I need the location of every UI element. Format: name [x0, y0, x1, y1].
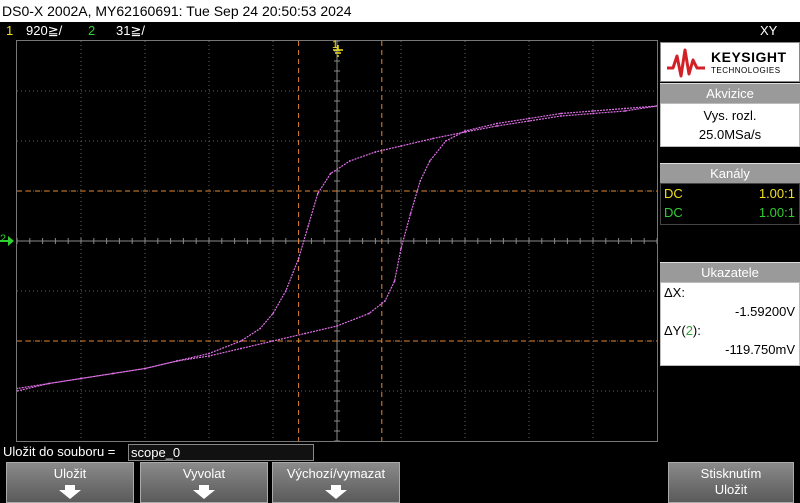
- trace-point: [419, 180, 422, 182]
- dy-label-channel: 2: [685, 323, 693, 338]
- press-line2: Uložit: [714, 482, 748, 497]
- trace-point: [240, 347, 242, 350]
- brand-name: KEYSIGHT: [711, 49, 787, 65]
- trace-point: [297, 257, 300, 260]
- channels-body: DC 1.00:1 DC 1.00:1: [660, 183, 800, 225]
- trace-point: [400, 145, 402, 147]
- trace-point: [272, 312, 274, 315]
- trace-point: [624, 107, 626, 110]
- trace-point: [368, 312, 370, 315]
- trace-point: [208, 355, 210, 357]
- trace-point: [240, 340, 242, 342]
- trace-point: [528, 117, 530, 120]
- trace-point: [393, 280, 396, 282]
- ch2-ground-marker[interactable]: 2: [0, 233, 16, 248]
- trace-point: [400, 247, 402, 250]
- ch2-marker-label: 2: [0, 233, 7, 245]
- ch1-marker-ground-icon: [333, 45, 343, 57]
- dy-label: ΔY(2):: [661, 321, 799, 340]
- trace-point: [208, 352, 210, 355]
- arrow-down-icon: [59, 485, 81, 499]
- trace-point: [259, 327, 262, 330]
- trace-point: [432, 137, 434, 140]
- trace-point: [304, 332, 306, 335]
- filename-field[interactable]: scope_0: [128, 444, 314, 461]
- ch1-coupling: DC: [664, 186, 683, 201]
- recall-softkey[interactable]: Vyvolat: [140, 462, 268, 503]
- press-to-save-softkey[interactable]: Stisknutím Uložit: [668, 462, 794, 503]
- ch2-scale: 31≧/: [116, 23, 145, 38]
- file-bar: Uložit do souboru = scope_0: [0, 442, 800, 462]
- trace-point: [428, 160, 431, 162]
- trace-point: [444, 140, 447, 142]
- keysight-wave-icon: [667, 48, 705, 78]
- press-line1: Stisknutím: [700, 466, 762, 481]
- save-softkey[interactable]: Uložit: [6, 462, 134, 503]
- trace-point: [329, 172, 332, 175]
- save-softkey-label: Uložit: [53, 466, 87, 481]
- trace-point: [374, 151, 377, 153]
- window-title: DS0-X 2002A, MY62160691: Tue Sep 24 20:5…: [0, 0, 800, 22]
- right-panel: KEYSIGHT TECHNOLOGIES Akvizice Vys. rozl…: [660, 40, 800, 442]
- recall-softkey-label: Vyvolat: [182, 466, 226, 481]
- trace-point: [496, 122, 498, 125]
- channel-bar: 1 920≧/ 2 31≧/ XY: [0, 22, 800, 40]
- cursors-header[interactable]: Ukazatele: [660, 262, 800, 282]
- trace-point: [348, 160, 351, 162]
- ch1-scale: 920≧/: [26, 23, 63, 38]
- channels-header[interactable]: Kanály: [660, 163, 800, 183]
- ch1-number[interactable]: 1: [6, 22, 13, 40]
- trace-point: [284, 290, 287, 292]
- xy-plot: [17, 41, 657, 441]
- dx-label: ΔX:: [664, 285, 685, 300]
- trace-point: [176, 360, 178, 362]
- ch2-number[interactable]: 2: [88, 22, 95, 40]
- timebase-mode: XY: [760, 23, 778, 38]
- trace-point: [624, 110, 626, 112]
- keysight-logo: KEYSIGHT TECHNOLOGIES: [660, 42, 800, 82]
- ch1-probe: 1.00:1: [758, 186, 795, 201]
- trace-point: [48, 382, 50, 385]
- acquisition-rate: 25.0MSa/s: [698, 127, 762, 142]
- brand-sub: TECHNOLOGIES: [711, 66, 781, 75]
- trace-point: [560, 115, 562, 117]
- trace-point: [560, 112, 562, 115]
- trace-point: [464, 130, 466, 132]
- ch1-ground-marker[interactable]: 1: [331, 39, 345, 57]
- default-erase-softkey-label: Výchozí/vymazat: [286, 466, 386, 481]
- channel-row-2[interactable]: DC 1.00:1: [661, 203, 799, 222]
- trace-point: [336, 325, 338, 327]
- trace-point: [592, 110, 594, 112]
- file-label: Uložit do souboru =: [3, 444, 116, 459]
- acquisition-body: Vys. rozl. 25.0MSa/s: [660, 103, 800, 147]
- trace-point: [592, 112, 594, 115]
- dy-label-pre: ΔY(: [664, 323, 686, 338]
- default-erase-softkey[interactable]: Výchozí/vymazat: [272, 462, 400, 503]
- trace-point: [80, 377, 82, 380]
- acquisition-header[interactable]: Akvizice: [660, 83, 800, 103]
- ch2-coupling: DC: [664, 205, 683, 220]
- trace-point: [384, 300, 386, 302]
- trace-point: [17, 387, 18, 390]
- ch2-probe: 1.00:1: [758, 205, 795, 220]
- waveform-display[interactable]: 1: [16, 39, 658, 442]
- dy-value: -119.750mV: [725, 342, 795, 357]
- trace-point: [528, 120, 530, 122]
- trace-point: [272, 340, 274, 342]
- arrow-down-icon: [193, 485, 215, 499]
- acquisition-mode: Vys. rozl.: [703, 108, 757, 123]
- trace-point: [496, 125, 498, 127]
- trace-point: [409, 212, 412, 215]
- dy-label-post: ):: [692, 323, 701, 338]
- dx-value: -1.59200V: [735, 304, 795, 319]
- arrow-down-icon: [325, 485, 347, 499]
- trace-point: [316, 192, 319, 195]
- channel-row-1[interactable]: DC 1.00:1: [661, 184, 799, 203]
- cursors-body: ΔX: -1.59200V ΔY(2): -119.750mV: [660, 282, 800, 366]
- trace-point: [112, 372, 114, 375]
- trace-point: [307, 225, 310, 227]
- trace-point: [144, 367, 146, 370]
